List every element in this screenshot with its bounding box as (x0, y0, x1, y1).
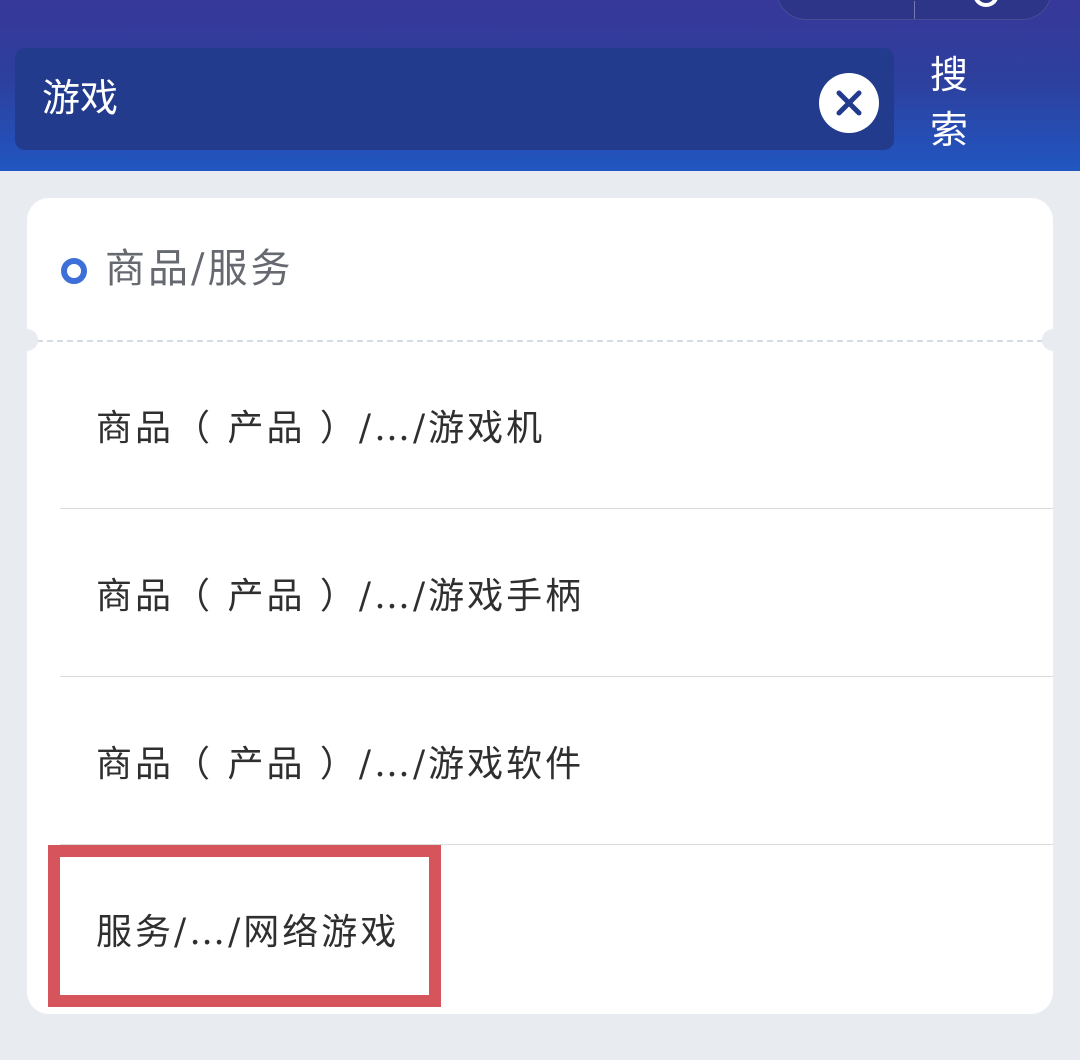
close-circle-icon[interactable] (973, 0, 999, 7)
mini-program-capsule[interactable] (776, 0, 1052, 20)
search-button[interactable]: 搜 索 (930, 53, 1030, 152)
results-card: 商品/服务 商品（ 产品 ）/…/游戏机 商品（ 产品 ）/…/游戏手柄 商品（… (16, 198, 1064, 1014)
section-header: 商品/服务 (27, 198, 1053, 340)
clear-search-button[interactable] (819, 73, 879, 133)
list-item-label: 商品（ 产品 ）/…/游戏软件 (96, 744, 585, 785)
list-item[interactable]: 商品（ 产品 ）/…/游戏软件 (60, 677, 1053, 845)
list-item[interactable]: 商品（ 产品 ）/…/游戏手柄 (60, 509, 1053, 677)
search-box[interactable] (15, 48, 894, 150)
left-notch (16, 329, 38, 351)
list-item-label: 商品（ 产品 ）/…/游戏手柄 (96, 576, 585, 617)
radio-circle-icon (61, 258, 87, 284)
search-input[interactable] (42, 70, 802, 126)
capsule-divider (914, 1, 915, 19)
list-item-label: 服务/…/网络游戏 (96, 912, 400, 953)
section-title: 商品/服务 (105, 246, 294, 292)
close-icon (836, 90, 862, 116)
list-item-label: 商品（ 产品 ）/…/游戏机 (96, 408, 546, 449)
list-item[interactable]: 服务/…/网络游戏 (60, 845, 1053, 1013)
list-item[interactable]: 商品（ 产品 ）/…/游戏机 (60, 341, 1053, 509)
top-bar: 搜 索 (0, 0, 1080, 171)
